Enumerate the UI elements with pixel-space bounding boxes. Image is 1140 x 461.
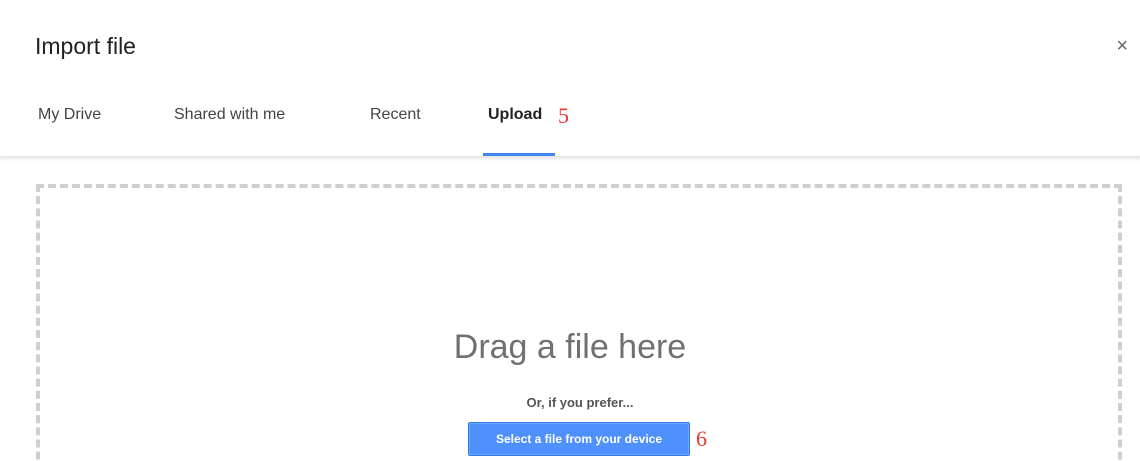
annotation-marker-5: 5 [558, 103, 569, 128]
tab-upload[interactable]: Upload [488, 106, 542, 124]
active-tab-indicator [483, 153, 555, 156]
drag-file-heading: Drag a file here [453, 328, 687, 366]
tab-recent[interactable]: Recent [370, 106, 421, 124]
select-file-button[interactable]: Select a file from your device [468, 422, 690, 456]
tab-shared-with-me[interactable]: Shared with me [174, 106, 285, 124]
close-icon[interactable]: × [1116, 36, 1128, 56]
tab-bar: My Drive Shared with me Recent Upload [0, 96, 1140, 156]
import-file-dialog: Import file × My Drive Shared with me Re… [0, 0, 1140, 461]
file-drop-zone[interactable] [36, 184, 1122, 461]
tab-my-drive[interactable]: My Drive [38, 106, 101, 124]
dialog-header: Import file × My Drive Shared with me Re… [0, 0, 1140, 157]
dialog-title: Import file [35, 33, 136, 59]
prefer-text: Or, if you prefer... [526, 395, 634, 410]
annotation-marker-6: 6 [696, 426, 707, 451]
